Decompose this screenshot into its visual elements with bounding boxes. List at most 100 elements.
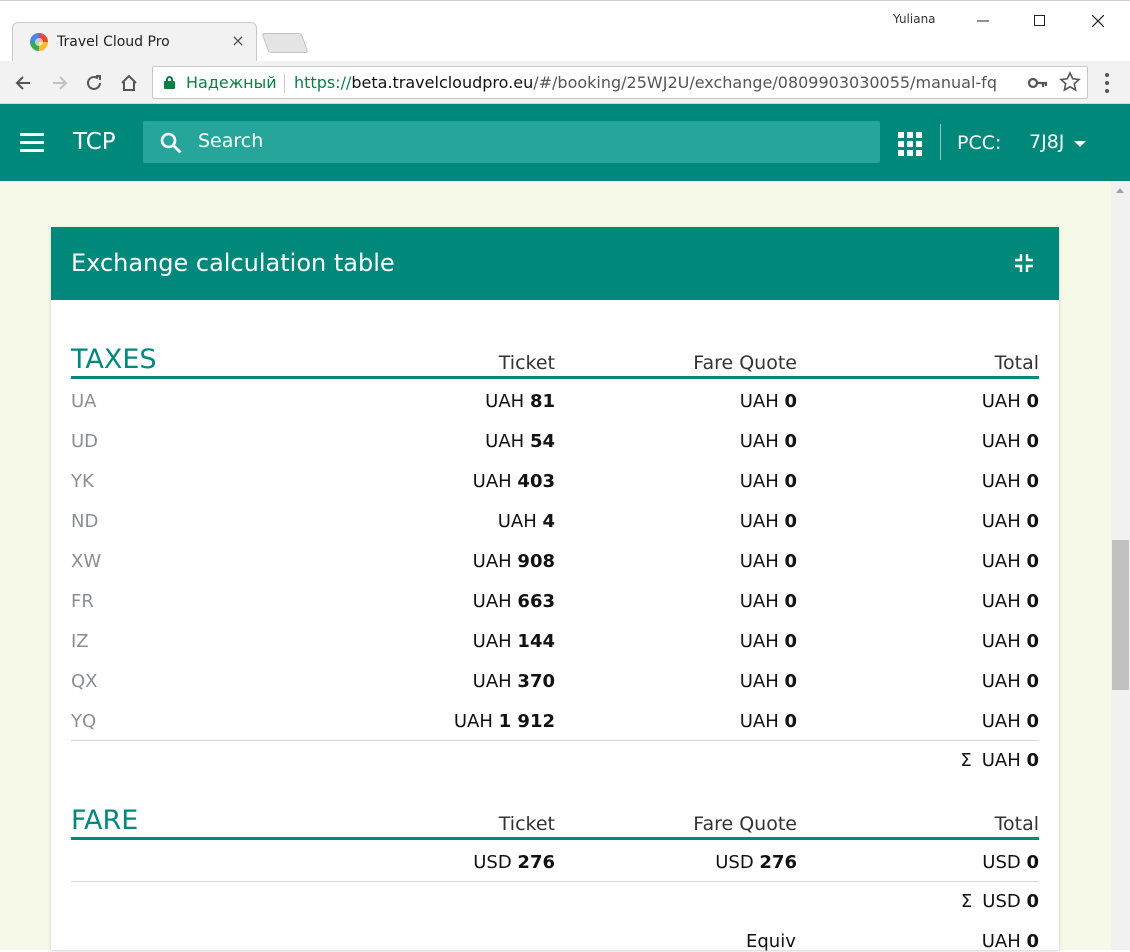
- profile-name[interactable]: Yuliana: [893, 12, 936, 26]
- tax-ticket-cell: UAH 144: [473, 631, 555, 652]
- amount: 0: [1026, 631, 1039, 652]
- search-input[interactable]: Search: [143, 121, 880, 163]
- currency: UAH: [739, 671, 779, 692]
- amount: 0: [784, 631, 797, 652]
- sum-symbol: Σ: [960, 750, 972, 771]
- app-favicon-icon: [30, 33, 48, 51]
- apps-grid-icon[interactable]: [898, 132, 922, 156]
- tax-total-cell: UAH 0: [982, 511, 1039, 532]
- scroll-up-icon[interactable]: [1116, 188, 1124, 193]
- amount: 276: [517, 852, 555, 873]
- sum-currency: USD: [982, 891, 1021, 912]
- sum-currency: UAH: [981, 750, 1021, 771]
- forward-button[interactable]: [46, 69, 74, 97]
- currency: UAH: [739, 591, 779, 612]
- tax-code: IZ: [71, 631, 89, 652]
- amount: 0: [784, 671, 797, 692]
- tax-fq-cell: UAH 0: [740, 711, 797, 732]
- browser-menu-icon[interactable]: [1098, 69, 1116, 97]
- currency: UAH: [472, 551, 512, 572]
- menu-icon[interactable]: [20, 133, 44, 153]
- star-icon[interactable]: [1059, 71, 1081, 93]
- back-button[interactable]: [9, 69, 37, 97]
- address-separator: [284, 74, 285, 93]
- url-text[interactable]: https://beta.travelcloudpro.eu/#/booking…: [294, 73, 997, 92]
- tax-total-cell: UAH 0: [982, 671, 1039, 692]
- pcc-label: PCC:: [957, 132, 1002, 154]
- currency: UAH: [981, 511, 1021, 532]
- amount: 0: [1026, 711, 1039, 732]
- fare-title: FARE: [71, 805, 139, 836]
- currency: UAH: [981, 431, 1021, 452]
- appbar-divider: [940, 124, 941, 160]
- browser-tab[interactable]: Travel Cloud Pro ×: [12, 22, 257, 62]
- amount: 276: [759, 852, 797, 873]
- browser-toolbar: Надежный https://beta.travelcloudpro.eu/…: [0, 61, 1130, 104]
- collapse-icon[interactable]: [1012, 251, 1036, 275]
- tax-ticket-cell: UAH 403: [473, 471, 555, 492]
- fare-divider: [71, 881, 1039, 882]
- taxes-header-ticket: Ticket: [498, 352, 555, 374]
- secure-label: Надежный: [186, 73, 277, 92]
- url-scheme: https://: [294, 73, 352, 92]
- tax-total-cell: UAH 0: [982, 391, 1039, 412]
- pcc-value: 7J8J: [1029, 131, 1065, 153]
- fare-header-fare-quote: Fare Quote: [693, 813, 797, 835]
- currency: UAH: [981, 471, 1021, 492]
- fare-section-header: FARE Ticket Fare Quote Total: [71, 804, 1039, 840]
- equiv-label: Equiv: [746, 931, 796, 952]
- tax-ticket-cell: UAH 663: [473, 591, 555, 612]
- currency: UAH: [472, 631, 512, 652]
- currency: UAH: [739, 391, 779, 412]
- tab-close-icon[interactable]: ×: [229, 31, 247, 51]
- currency: UAH: [739, 631, 779, 652]
- tax-ticket-cell: UAH 4: [498, 511, 555, 532]
- amount: 0: [1026, 511, 1039, 532]
- currency: UAH: [739, 431, 779, 452]
- currency: UAH: [739, 551, 779, 572]
- tax-fq-cell: UAH 0: [740, 391, 797, 412]
- address-bar[interactable]: Надежный https://beta.travelcloudpro.eu/…: [152, 66, 1088, 99]
- amount: 908: [517, 551, 555, 572]
- maximize-button[interactable]: [1024, 7, 1054, 35]
- fare-header-total: Total: [994, 813, 1039, 835]
- currency: UAH: [981, 671, 1021, 692]
- currency: USD: [715, 852, 754, 873]
- currency: UAH: [981, 551, 1021, 572]
- tax-ticket-cell: UAH 1 912: [454, 711, 555, 732]
- fare-fq-cell: USD 276: [715, 852, 797, 873]
- tax-fq-cell: UAH 0: [740, 631, 797, 652]
- amount: 0: [1026, 551, 1039, 572]
- key-icon[interactable]: [1027, 74, 1049, 92]
- scroll-thumb[interactable]: [1112, 540, 1129, 690]
- currency: UAH: [497, 511, 537, 532]
- tax-code: XW: [71, 551, 102, 572]
- minimize-button[interactable]: [968, 7, 998, 35]
- url-host: beta.travelcloudpro.eu: [351, 73, 534, 92]
- amount: 81: [529, 391, 555, 412]
- tax-ticket-cell: UAH 81: [485, 391, 555, 412]
- tax-total-cell: UAH 0: [982, 711, 1039, 732]
- tax-total-cell: UAH 0: [982, 471, 1039, 492]
- currency: USD: [982, 852, 1021, 873]
- currency: UAH: [472, 471, 512, 492]
- currency: UAH: [981, 591, 1021, 612]
- tax-fq-cell: UAH 0: [740, 591, 797, 612]
- tax-total-cell: UAH 0: [982, 591, 1039, 612]
- tax-code: FR: [71, 591, 94, 612]
- pcc-select[interactable]: 7J8J: [1028, 128, 1092, 158]
- home-button[interactable]: [115, 69, 143, 97]
- exchange-calculation-card: Exchange calculation table TAXES Ticket …: [51, 227, 1059, 952]
- app-title[interactable]: TCP: [73, 129, 116, 155]
- card-title: Exchange calculation table: [71, 249, 395, 277]
- currency: UAH: [485, 391, 525, 412]
- page-scrollbar[interactable]: [1111, 181, 1130, 950]
- window-close-button[interactable]: [1083, 7, 1113, 35]
- reload-button[interactable]: [80, 69, 108, 97]
- new-tab-button[interactable]: [261, 33, 309, 53]
- tax-fq-cell: UAH 0: [740, 471, 797, 492]
- amount: 0: [784, 471, 797, 492]
- tax-total-cell: UAH 0: [982, 431, 1039, 452]
- amount: 0: [784, 511, 797, 532]
- tax-total-cell: UAH 0: [982, 631, 1039, 652]
